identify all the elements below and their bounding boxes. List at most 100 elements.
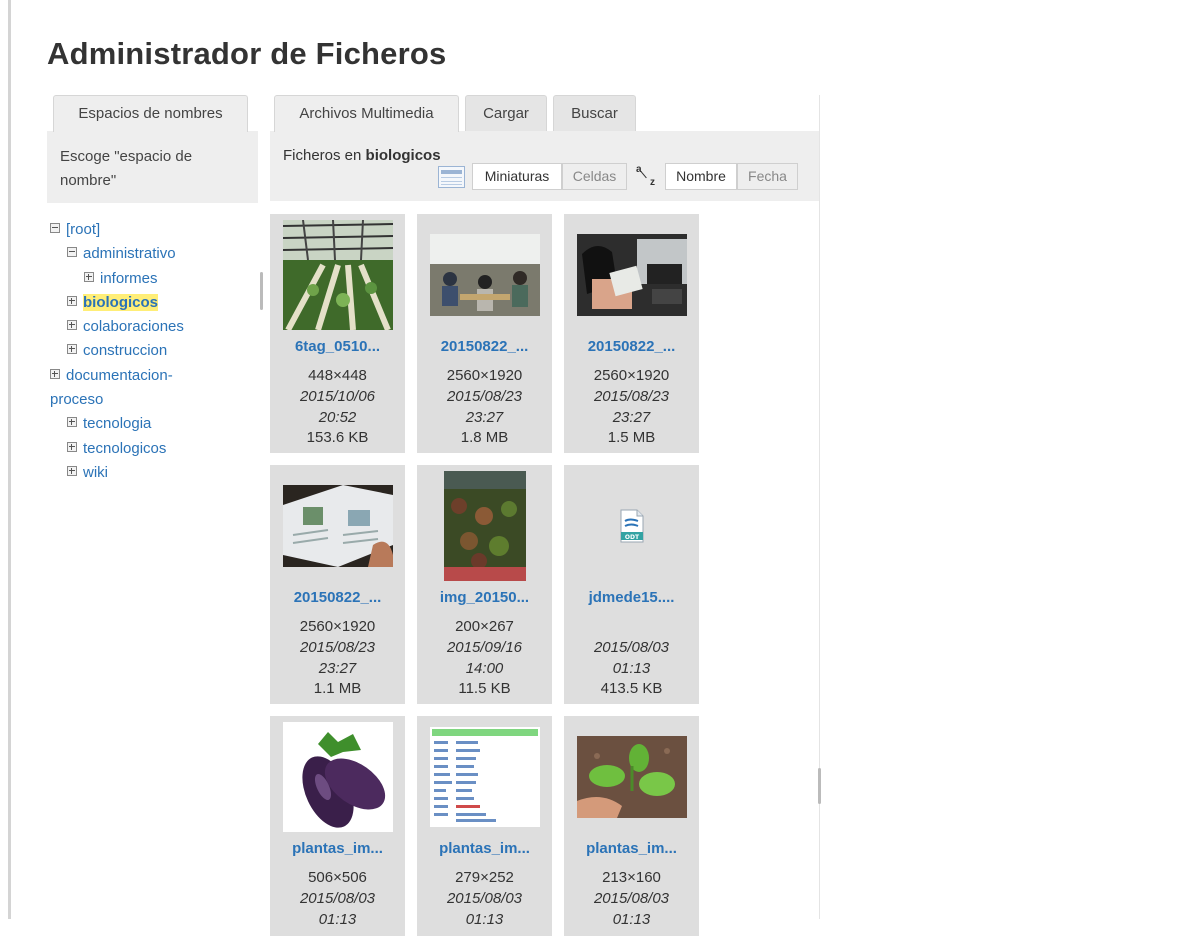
odt-file-icon[interactable]: ODT [564,471,699,581]
file-size: 413.5 KB [600,680,663,697]
file-dimensions: 213×160 [602,869,661,886]
tree-item-label[interactable]: informes [100,270,158,287]
expand-icon[interactable] [67,465,77,476]
expand-icon[interactable] [50,368,60,379]
namespace-tree: [root] administrativo informes biologicos co… [50,218,260,485]
classroom-photo[interactable] [417,220,552,330]
file-date: 2015/08/03 [593,890,670,907]
namespace-prompt: Escoge "espacio de nombre" [60,148,193,189]
file-size: 1.1 MB [313,680,362,697]
tree-item-label[interactable]: wiki [83,464,108,481]
tree-item-label[interactable]: [root] [66,221,100,238]
file-size: 11.5 KB [458,680,511,697]
tree-item-root[interactable]: [root] [50,218,260,242]
file-card[interactable]: ODT jdmede15.... 2015/08/03 01:13 413.5 … [564,465,699,704]
expand-icon[interactable] [67,417,77,428]
file-dimensions: 2560×1920 [299,618,376,635]
sort-date-button[interactable]: Fecha [737,163,798,190]
expand-icon[interactable] [67,320,77,331]
file-card[interactable]: plantas_im... 279×252 2015/08/03 01:13 [417,716,552,936]
media-heading-namespace: biologicos [365,147,441,164]
tree-item-administrativo[interactable]: administrativo [50,242,260,266]
student-laptop-photo[interactable] [564,220,699,330]
file-time: 23:27 [318,660,357,677]
collapse-icon[interactable] [50,223,60,233]
file-name-link[interactable]: img_20150... [417,589,552,606]
tree-item-biologicos[interactable]: biologicos [50,291,260,315]
collapse-icon[interactable] [67,247,77,258]
file-name-link[interactable]: plantas_im... [564,840,699,857]
expand-icon[interactable] [84,271,94,282]
eggplant-photo[interactable] [270,722,405,832]
tree-item-documentacion-proceso[interactable]: documentacion-proceso [33,364,200,413]
tree-item-label[interactable]: tecnologia [83,415,151,432]
file-time: 14:00 [465,660,504,677]
tree-item-tecnologia[interactable]: tecnologia [50,412,260,436]
page-title: Administrador de Ficheros [47,36,447,71]
tree-item-label[interactable]: documentacion- [66,367,173,384]
booklet-photo[interactable] [270,471,405,581]
greenhouse-photo[interactable] [270,220,405,330]
file-name-link[interactable]: plantas_im... [270,840,405,857]
file-size: 153.6 KB [306,429,369,446]
file-card[interactable]: 6tag_0510... 448×448 2015/10/06 20:52 15… [270,214,405,453]
file-card[interactable]: 20150822_... 2560×1920 2015/08/23 23:27 … [564,214,699,453]
tree-item-tecnologicos[interactable]: tecnologicos [50,437,260,461]
file-name-link[interactable]: jdmede15.... [564,589,699,606]
file-time: 01:13 [612,660,651,677]
file-dimensions: 200×267 [455,618,514,635]
file-date: 2015/08/03 [593,639,670,656]
file-date: 2015/10/06 [299,388,376,405]
media-heading-prefix: Ficheros en [283,147,362,164]
media-heading: Ficheros en biologicos [283,147,441,164]
namespace-prompt-box: Escoge "espacio de nombre" [47,131,258,203]
file-name-link[interactable]: 20150822_... [270,589,405,606]
file-time: 01:13 [318,911,357,928]
tree-scrollbar[interactable] [260,272,263,310]
file-card[interactable]: 20150822_... 2560×1920 2015/08/23 23:27 … [270,465,405,704]
tree-item-wiki[interactable]: wiki [50,461,260,485]
tab-upload[interactable]: Cargar [465,95,547,131]
file-card[interactable]: plantas_im... 213×160 2015/08/03 01:13 [564,716,699,936]
tree-item-informes[interactable]: informes [50,267,260,291]
expand-icon[interactable] [67,441,77,452]
expand-icon[interactable] [67,344,77,355]
tree-item-label[interactable]: colaboraciones [83,318,184,335]
file-dimensions: 279×252 [455,869,514,886]
tree-item-label[interactable]: administrativo [83,245,176,262]
seedling-photo[interactable] [564,722,699,832]
file-dimensions: 2560×1920 [446,367,523,384]
tab-search[interactable]: Buscar [553,95,636,131]
tree-item-label[interactable]: tecnologicos [83,440,166,457]
tree-item-label[interactable]: biologicos [83,293,158,311]
expand-icon[interactable] [67,295,77,306]
view-thumbnails-button[interactable]: Miniaturas [472,163,562,190]
left-border [8,0,11,919]
file-name-link[interactable]: 20150822_... [417,338,552,355]
taxonomy-table-image[interactable] [417,722,552,832]
file-dimensions: 2560×1920 [593,367,670,384]
tree-item-colaboraciones[interactable]: colaboraciones [50,315,260,339]
file-date: 2015/08/23 [593,388,670,405]
plants-photo[interactable] [417,471,552,581]
file-name-link[interactable]: 20150822_... [564,338,699,355]
sort-name-button[interactable]: Nombre [665,163,737,190]
tree-item-construccion[interactable]: construccion [50,339,260,363]
file-size: 1.5 MB [607,429,656,446]
view-list-icon [438,166,465,188]
tab-namespaces[interactable]: Espacios de nombres [53,95,248,132]
view-rows-button[interactable]: Celdas [562,163,627,190]
file-time: 01:13 [612,911,651,928]
odt-label: ODT [624,534,639,541]
file-card[interactable]: plantas_im... 506×506 2015/08/03 01:13 [270,716,405,936]
media-scrollbar[interactable] [818,768,821,804]
tree-item-label-cont[interactable]: proceso [50,391,103,408]
file-date: 2015/08/23 [299,639,376,656]
file-name-link[interactable]: 6tag_0510... [270,338,405,355]
file-name-link[interactable]: plantas_im... [417,840,552,857]
tab-media-files[interactable]: Archivos Multimedia [274,95,459,132]
file-date: 2015/08/03 [299,890,376,907]
file-card[interactable]: 20150822_... 2560×1920 2015/08/23 23:27 … [417,214,552,453]
file-card[interactable]: img_20150... 200×267 2015/09/16 14:00 11… [417,465,552,704]
tree-item-label[interactable]: construccion [83,342,167,359]
